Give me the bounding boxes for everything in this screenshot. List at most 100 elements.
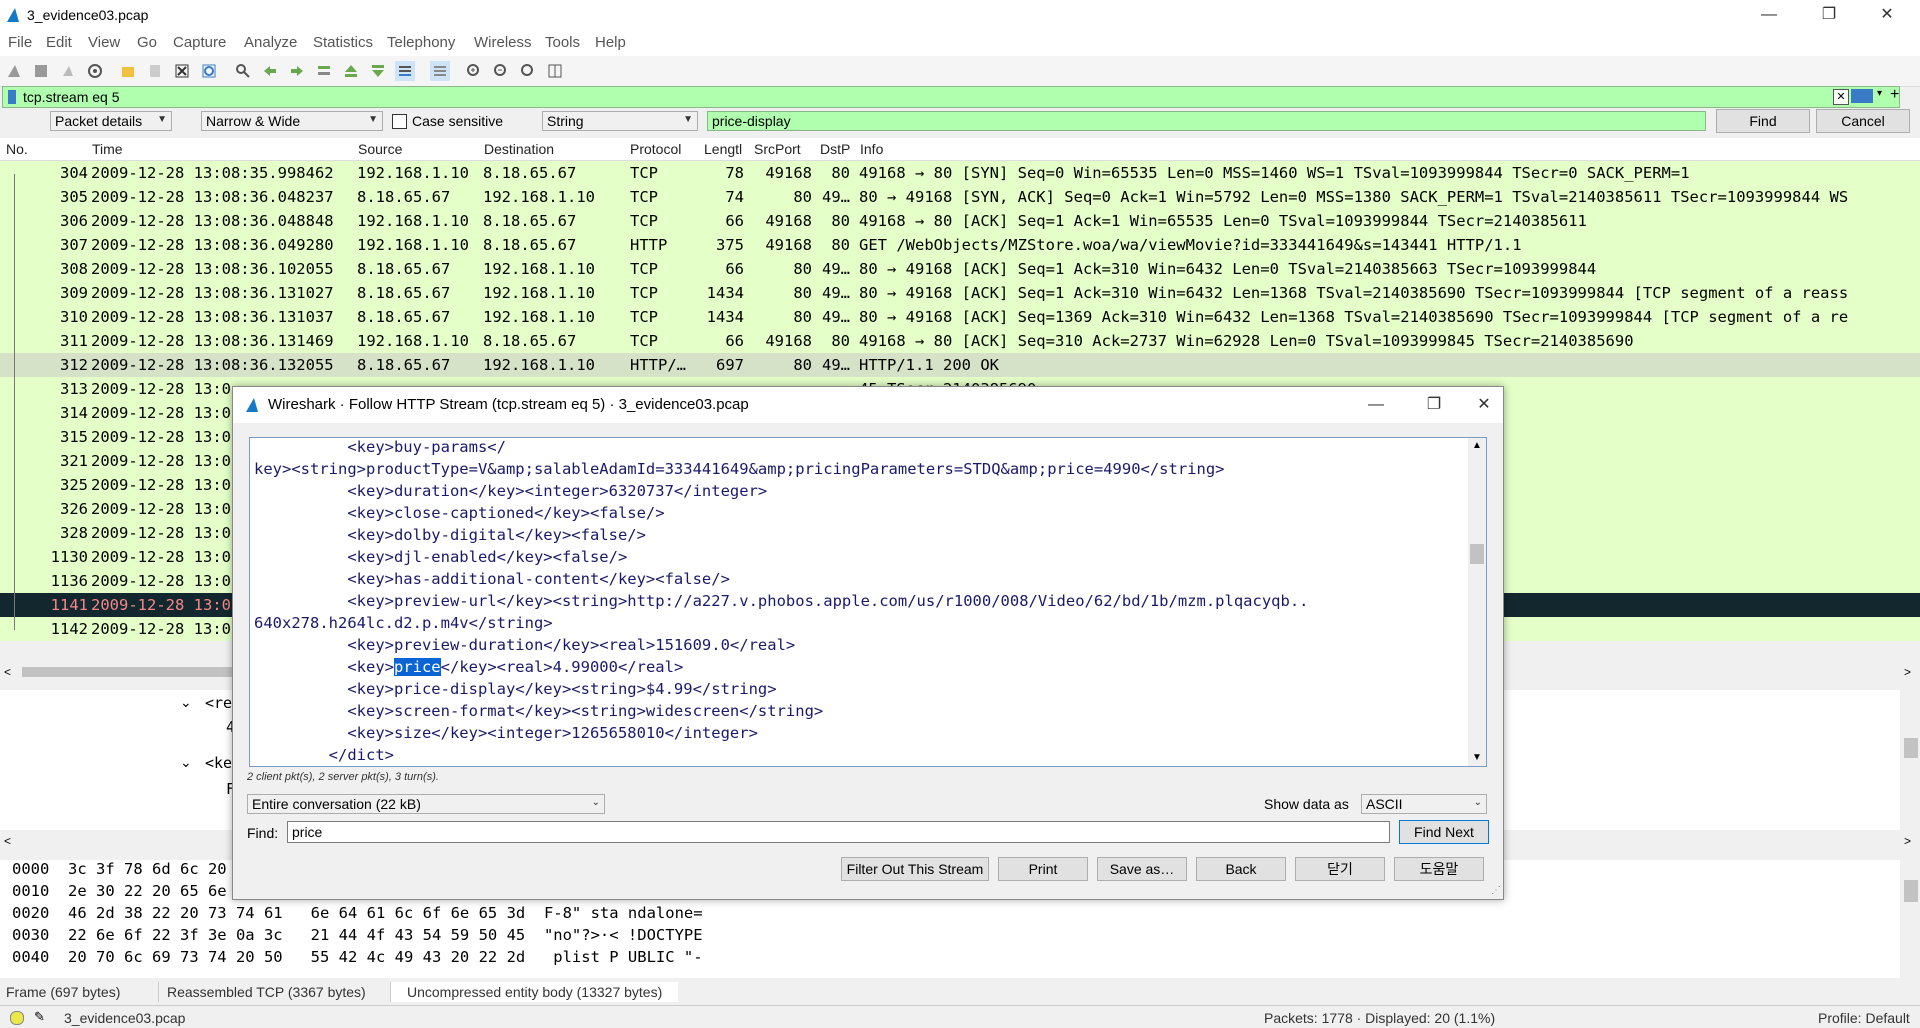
packet-row[interactable]: 307 2009-12-28 13:08:36.049280 192.168.1.1…: [0, 233, 1920, 257]
menu-tools[interactable]: Tools: [545, 34, 580, 51]
go-back-icon[interactable]: [260, 61, 280, 81]
bookmark-icon[interactable]: [7, 90, 17, 104]
menu-statistics[interactable]: Statistics: [313, 34, 373, 51]
save-file-icon[interactable]: [145, 61, 165, 81]
detail-line[interactable]: <ke: [205, 754, 232, 772]
resize-columns-icon[interactable]: [545, 61, 565, 81]
col-destination[interactable]: Destination: [484, 141, 554, 157]
find-input[interactable]: price: [287, 821, 1390, 843]
packet-row[interactable]: 304 2009-12-28 13:08:35.998462 192.168.1.1…: [0, 161, 1920, 185]
zoom-in-icon[interactable]: [464, 61, 484, 81]
col-length[interactable]: Lengtl: [704, 141, 742, 157]
menu-telephony[interactable]: Telephony: [387, 34, 455, 51]
col-info[interactable]: Info: [860, 141, 883, 157]
scroll-right-icon[interactable]: >: [1904, 834, 1911, 848]
minimize-button[interactable]: —: [1746, 0, 1792, 30]
help-button[interactable]: 도움말: [1394, 857, 1484, 881]
packet-row[interactable]: 306 2009-12-28 13:08:36.048848 192.168.1.1…: [0, 209, 1920, 233]
details-vscrollbar[interactable]: [1902, 690, 1920, 830]
zoom-out-icon[interactable]: [491, 61, 511, 81]
close-window-button[interactable]: ✕: [1864, 0, 1910, 30]
menu-help[interactable]: Help: [595, 34, 626, 51]
menu-capture[interactable]: Capture: [173, 34, 226, 51]
col-source[interactable]: Source: [358, 141, 402, 157]
col-protocol[interactable]: Protocol: [630, 141, 681, 157]
start-capture-icon[interactable]: [4, 61, 24, 81]
filter-history-icon[interactable]: ▾: [1877, 88, 1882, 99]
colorize-icon[interactable]: [430, 61, 450, 81]
apply-filter-icon[interactable]: [1851, 89, 1873, 103]
search-string-input[interactable]: price-display: [707, 111, 1706, 131]
tab-reassembled-tcp[interactable]: Reassembled TCP (3367 bytes): [158, 982, 366, 1002]
restore-button[interactable]: ❐: [1806, 0, 1852, 30]
find-button[interactable]: Find: [1716, 109, 1810, 133]
detail-line[interactable]: <re: [205, 694, 232, 712]
col-time[interactable]: Time: [92, 141, 123, 157]
chevron-down-icon[interactable]: ⌄: [180, 694, 192, 711]
hex-row[interactable]: 0020 46 2d 38 22 20 73 74 61 6e 64 61 6c…: [12, 904, 703, 922]
packet-row[interactable]: 305 2009-12-28 13:08:36.048237 8.18.65.67 1…: [0, 185, 1920, 209]
search-type-select[interactable]: String ▼: [542, 111, 698, 131]
scroll-right-icon[interactable]: >: [1904, 665, 1911, 679]
go-to-packet-icon[interactable]: [314, 61, 334, 81]
add-filter-button[interactable]: +: [1890, 86, 1899, 104]
hex-vscrollbar[interactable]: [1902, 860, 1920, 978]
scroll-down-icon[interactable]: ▼: [1472, 752, 1482, 763]
display-filter-input[interactable]: tcp.stream eq 5: [23, 89, 120, 105]
expert-info-icon[interactable]: [10, 1011, 24, 1025]
tab-frame[interactable]: Frame (697 bytes): [6, 982, 120, 1002]
scroll-up-icon[interactable]: ▲: [1472, 440, 1482, 451]
reload-file-icon[interactable]: [199, 61, 219, 81]
scroll-left-icon[interactable]: <: [4, 834, 11, 848]
menu-edit[interactable]: Edit: [46, 34, 72, 51]
print-button[interactable]: Print: [998, 857, 1088, 881]
last-packet-icon[interactable]: [368, 61, 388, 81]
edit-comment-icon[interactable]: ✎: [34, 1009, 45, 1025]
scroll-thumb[interactable]: [1470, 544, 1484, 564]
restart-capture-icon[interactable]: [58, 61, 78, 81]
normal-size-icon[interactable]: [518, 61, 538, 81]
col-dstport[interactable]: DstP: [820, 141, 850, 157]
scroll-left-icon[interactable]: <: [4, 665, 11, 679]
show-data-as-select[interactable]: ASCII ⌄: [1361, 794, 1487, 814]
menu-file[interactable]: File: [8, 34, 32, 51]
stop-capture-icon[interactable]: [31, 61, 51, 81]
menu-wireless[interactable]: Wireless: [474, 34, 532, 51]
menu-go[interactable]: Go: [137, 34, 157, 51]
go-forward-icon[interactable]: [287, 61, 307, 81]
cancel-button[interactable]: Cancel: [1816, 109, 1910, 133]
packet-row[interactable]: 308 2009-12-28 13:08:36.102055 8.18.65.67 1…: [0, 257, 1920, 281]
conversation-select[interactable]: Entire conversation (22 kB) ⌄: [247, 794, 605, 814]
packet-row[interactable]: 311 2009-12-28 13:08:36.131469 192.168.1.1…: [0, 329, 1920, 353]
display-filter-bar[interactable]: tcp.stream eq 5 ✕ ▾: [2, 86, 1900, 108]
menu-analyze[interactable]: Analyze: [244, 34, 297, 51]
clear-filter-icon[interactable]: ✕: [1833, 89, 1849, 105]
first-packet-icon[interactable]: [341, 61, 361, 81]
packet-row[interactable]: 310 2009-12-28 13:08:36.131037 8.18.65.67 1…: [0, 305, 1920, 329]
search-width-select[interactable]: Narrow & Wide ▼: [201, 111, 383, 131]
filter-out-stream-button[interactable]: Filter Out This Stream: [841, 857, 989, 881]
capture-options-icon[interactable]: [85, 61, 105, 81]
dialog-restore-button[interactable]: ❐: [1411, 390, 1457, 420]
packet-row[interactable]: 309 2009-12-28 13:08:36.131027 8.18.65.67 1…: [0, 281, 1920, 305]
stream-content[interactable]: <key>buy-params</ key><string>productTyp…: [249, 437, 1487, 767]
scroll-thumb[interactable]: [1904, 738, 1918, 758]
find-packet-icon[interactable]: [233, 61, 253, 81]
menu-view[interactable]: View: [88, 34, 120, 51]
dialog-minimize-button[interactable]: —: [1353, 390, 1399, 420]
status-profile[interactable]: Profile: Default: [1818, 1010, 1910, 1026]
dialog-close-text-button[interactable]: 닫기: [1295, 857, 1385, 881]
hex-row[interactable]: 0040 20 70 6c 69 73 74 20 50 55 42 4c 49…: [12, 948, 703, 966]
close-file-icon[interactable]: [172, 61, 192, 81]
hex-row[interactable]: 0000 3c 3f 78 6d 6c 20: [12, 860, 227, 878]
find-next-button[interactable]: Find Next: [1399, 820, 1489, 844]
scroll-thumb[interactable]: [1904, 880, 1918, 902]
col-srcport[interactable]: SrcPort: [754, 141, 801, 157]
save-as-button[interactable]: Save as…: [1097, 857, 1187, 881]
auto-scroll-icon[interactable]: [395, 61, 415, 81]
hex-row[interactable]: 0010 2e 30 22 20 65 6e: [12, 882, 227, 900]
resize-grip-icon[interactable]: ⋰: [1491, 885, 1501, 896]
back-button[interactable]: Back: [1196, 857, 1286, 881]
open-file-icon[interactable]: [118, 61, 138, 81]
hex-row[interactable]: 0030 22 6e 6f 22 3f 3e 0a 3c 21 44 4f 43…: [12, 926, 703, 944]
